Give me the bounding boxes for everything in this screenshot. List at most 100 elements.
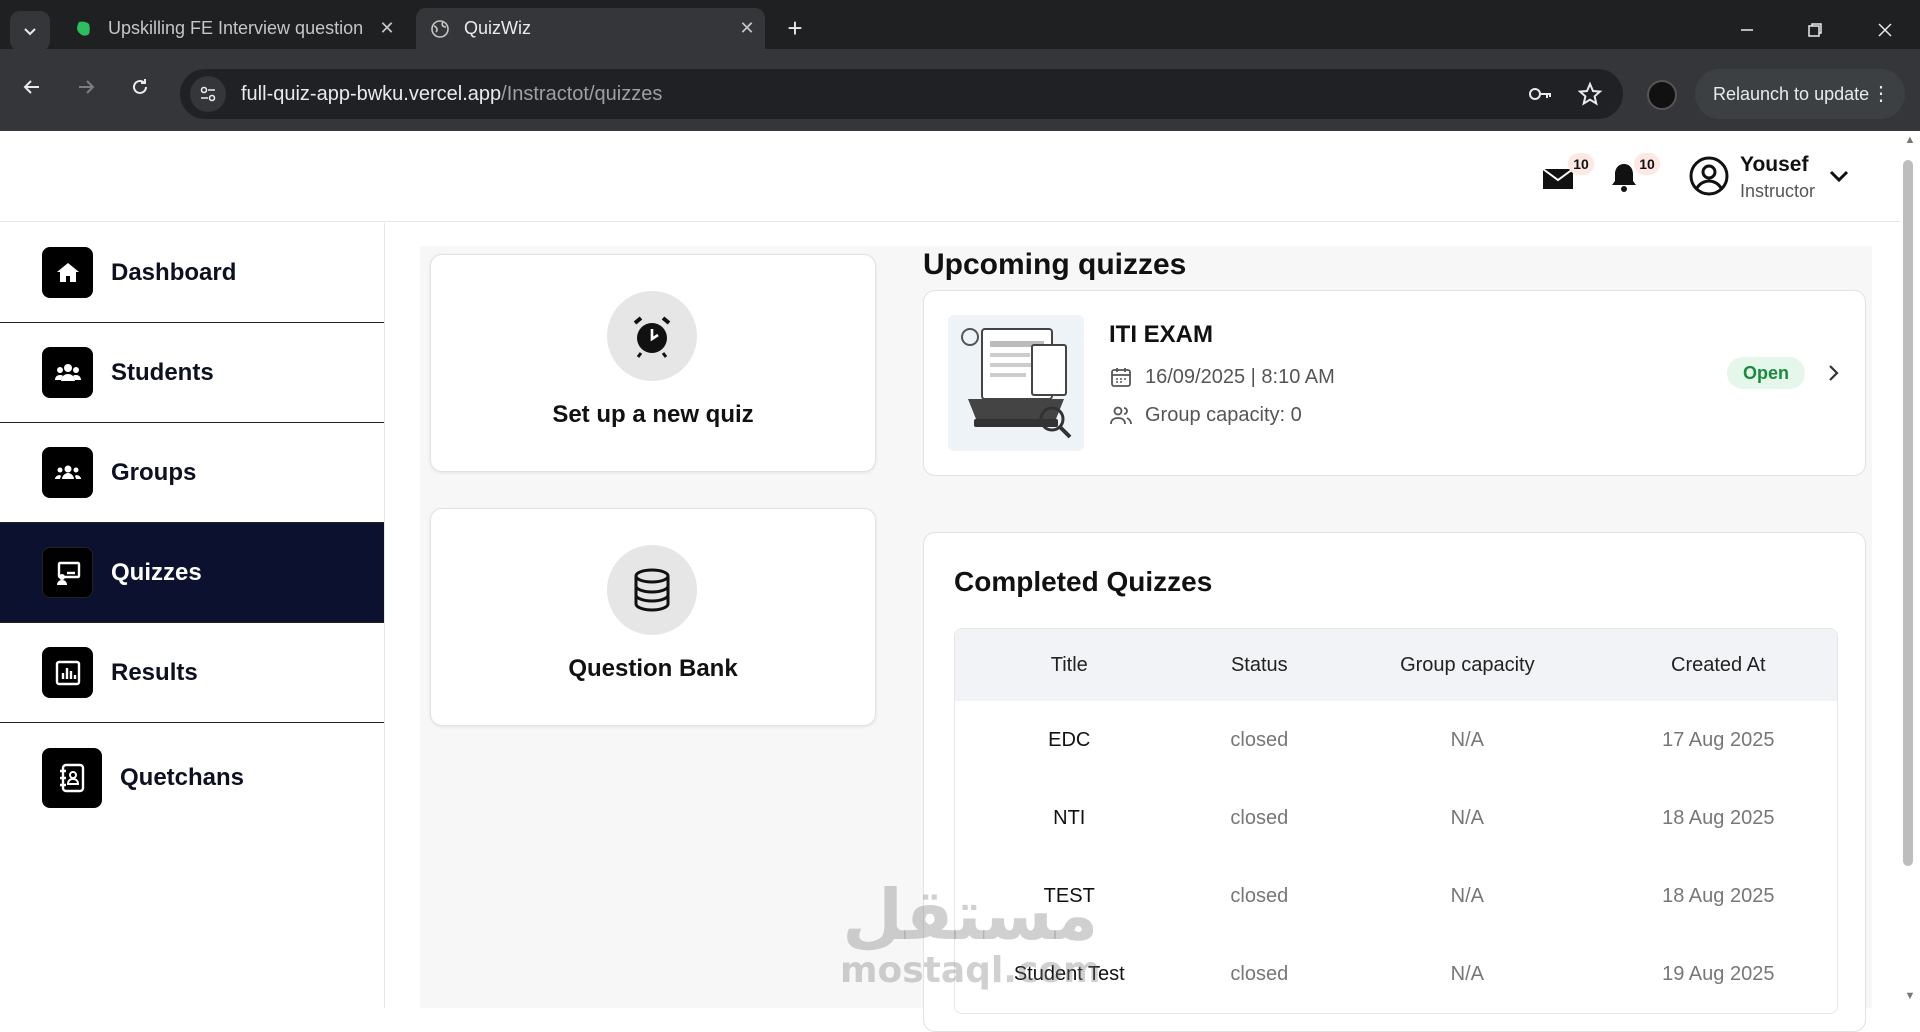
quiz-icon xyxy=(42,547,93,598)
quiz-capacity: Group capacity: 0 xyxy=(1145,403,1302,426)
people-icon xyxy=(1110,406,1132,425)
table-row[interactable]: NTI closed N/A 18 Aug 2025 xyxy=(955,779,1837,857)
tab-title: QuizWiz xyxy=(464,18,531,38)
cell-created-at: 18 Aug 2025 xyxy=(1662,806,1775,829)
cell-status: closed xyxy=(1230,806,1289,829)
scrollbar-thumb[interactable] xyxy=(1903,160,1913,866)
tab-search-button[interactable] xyxy=(10,11,50,51)
reload-icon xyxy=(133,79,147,94)
cell-capacity: N/A xyxy=(1450,728,1485,751)
address-bar[interactable]: full-quiz-app-bwku.vercel.app/Instractot… xyxy=(180,69,1623,119)
sidebar-item-label: Students xyxy=(111,358,214,386)
users-icon xyxy=(42,347,93,398)
sidebar-item-dashboard[interactable]: Dashboard xyxy=(0,223,384,323)
contacts-icon xyxy=(42,748,102,808)
user-name: Yousef xyxy=(1740,153,1809,176)
key-icon[interactable] xyxy=(1527,81,1553,107)
close-tab-icon[interactable]: ✕ xyxy=(729,18,765,39)
sidebar-item-quizzes[interactable]: Quizzes xyxy=(0,523,384,623)
restore-button[interactable] xyxy=(1790,10,1840,50)
mail-button[interactable]: 10 xyxy=(1540,153,1594,199)
column-header: Title xyxy=(1050,653,1088,676)
chart-icon xyxy=(42,647,93,698)
sidebar-item-quetchans[interactable]: Quetchans xyxy=(0,723,384,833)
watermark: مستقل mostaql.com xyxy=(840,880,1101,991)
url-text[interactable]: full-quiz-app-bwku.vercel.app/Instractot… xyxy=(241,83,662,106)
alarm-clock-icon xyxy=(607,291,697,381)
column-header: Created At xyxy=(1671,653,1766,676)
watermark-arabic: مستقل xyxy=(842,874,1099,956)
site-settings-icon[interactable] xyxy=(190,76,226,112)
sidebar-item-students[interactable]: Students xyxy=(0,323,384,423)
cell-capacity: N/A xyxy=(1450,962,1485,985)
restore-icon xyxy=(1808,23,1822,37)
app-header: 10 10 Yousef Instructor xyxy=(0,131,1900,222)
minimize-button[interactable] xyxy=(1722,10,1772,50)
cell-title: EDC xyxy=(1048,728,1091,751)
watermark-latin: mostaql.com xyxy=(840,950,1101,991)
completed-quizzes-title: Completed Quizzes xyxy=(954,566,1213,597)
home-icon xyxy=(42,247,93,298)
upcoming-quiz-card[interactable]: ITI EXAM 16/09/2025 | 8:10 AM Group capa… xyxy=(923,290,1866,476)
quiz-name: ITI EXAM xyxy=(1109,321,1214,348)
sidebar: Dashboard Students Groups Quizzes Result… xyxy=(0,223,385,1008)
close-window-button[interactable] xyxy=(1860,10,1910,50)
browser-tab-quizwiz[interactable]: QuizWiz ✕ xyxy=(416,8,765,49)
table-row[interactable]: EDC closed N/A 17 Aug 2025 xyxy=(955,701,1837,779)
question-bank-card[interactable]: Question Bank xyxy=(430,508,876,726)
chevron-down-icon xyxy=(24,28,36,36)
column-header: Status xyxy=(1230,653,1288,676)
user-avatar-icon[interactable] xyxy=(1688,155,1730,197)
cell-capacity: N/A xyxy=(1450,806,1485,829)
notification-count-badge: 10 xyxy=(1634,153,1660,175)
url-path: /Instractot/quizzes xyxy=(501,82,663,105)
main-content: Set up a new quiz Question Bank Upcoming… xyxy=(420,246,1872,1032)
quiz-datetime: 16/09/2025 | 8:10 AM xyxy=(1145,365,1335,388)
upcoming-quizzes-title: Upcoming quizzes xyxy=(923,248,1187,281)
scroll-down-arrow[interactable]: ▼ xyxy=(1900,990,1920,1006)
minimize-icon xyxy=(1741,29,1753,31)
profile-avatar[interactable] xyxy=(1647,80,1677,110)
globe-icon xyxy=(430,19,450,39)
scroll-up-arrow[interactable]: ▲ xyxy=(1900,134,1920,150)
star-icon[interactable] xyxy=(1577,81,1603,107)
reload-button[interactable] xyxy=(122,69,158,105)
groups-icon xyxy=(42,447,93,498)
sidebar-item-results[interactable]: Results xyxy=(0,623,384,723)
arrow-right-icon xyxy=(79,80,95,94)
status-badge: Open xyxy=(1727,357,1805,389)
back-button[interactable] xyxy=(14,69,50,105)
sidebar-item-groups[interactable]: Groups xyxy=(0,423,384,523)
cell-created-at: 17 Aug 2025 xyxy=(1662,728,1775,751)
chevron-down-icon[interactable] xyxy=(1826,163,1852,189)
cell-status: closed xyxy=(1230,962,1289,985)
cell-created-at: 19 Aug 2025 xyxy=(1662,962,1775,985)
question-bank-label: Question Bank xyxy=(568,655,738,682)
browser-toolbar: full-quiz-app-bwku.vercel.app/Instractot… xyxy=(0,49,1920,131)
evernote-icon xyxy=(74,19,94,39)
table-header: Title Status Group capacity Created At xyxy=(955,629,1837,701)
close-tab-icon[interactable]: ✕ xyxy=(369,18,405,39)
cell-status: closed xyxy=(1230,884,1289,907)
close-icon xyxy=(1878,23,1892,37)
relaunch-button[interactable]: Relaunch to update ⋮ xyxy=(1695,69,1905,119)
notifications-button[interactable]: 10 xyxy=(1606,153,1660,199)
new-tab-button[interactable]: + xyxy=(780,14,810,44)
arrow-left-icon xyxy=(23,80,39,94)
cell-status: closed xyxy=(1230,728,1289,751)
sidebar-item-label: Quetchans xyxy=(120,764,245,791)
more-vert-icon[interactable]: ⋮ xyxy=(1871,81,1891,106)
cell-title: NTI xyxy=(1053,806,1086,829)
column-header: Group capacity xyxy=(1400,653,1535,676)
chevron-right-icon[interactable] xyxy=(1824,361,1844,385)
new-quiz-card[interactable]: Set up a new quiz xyxy=(430,254,876,472)
url-host: full-quiz-app-bwku.vercel.app xyxy=(241,82,502,105)
database-icon xyxy=(607,545,697,635)
relaunch-label: Relaunch to update xyxy=(1713,83,1870,104)
browser-tab-upskilling[interactable]: Upskilling FE Interview question ✕ xyxy=(60,8,405,49)
browser-tab-bar: Upskilling FE Interview question ✕ QuizW… xyxy=(0,0,1920,51)
forward-button[interactable] xyxy=(68,69,104,105)
sidebar-item-label: Dashboard xyxy=(111,258,237,286)
cell-created-at: 18 Aug 2025 xyxy=(1662,884,1775,907)
user-role: Instructor xyxy=(1740,181,1816,201)
